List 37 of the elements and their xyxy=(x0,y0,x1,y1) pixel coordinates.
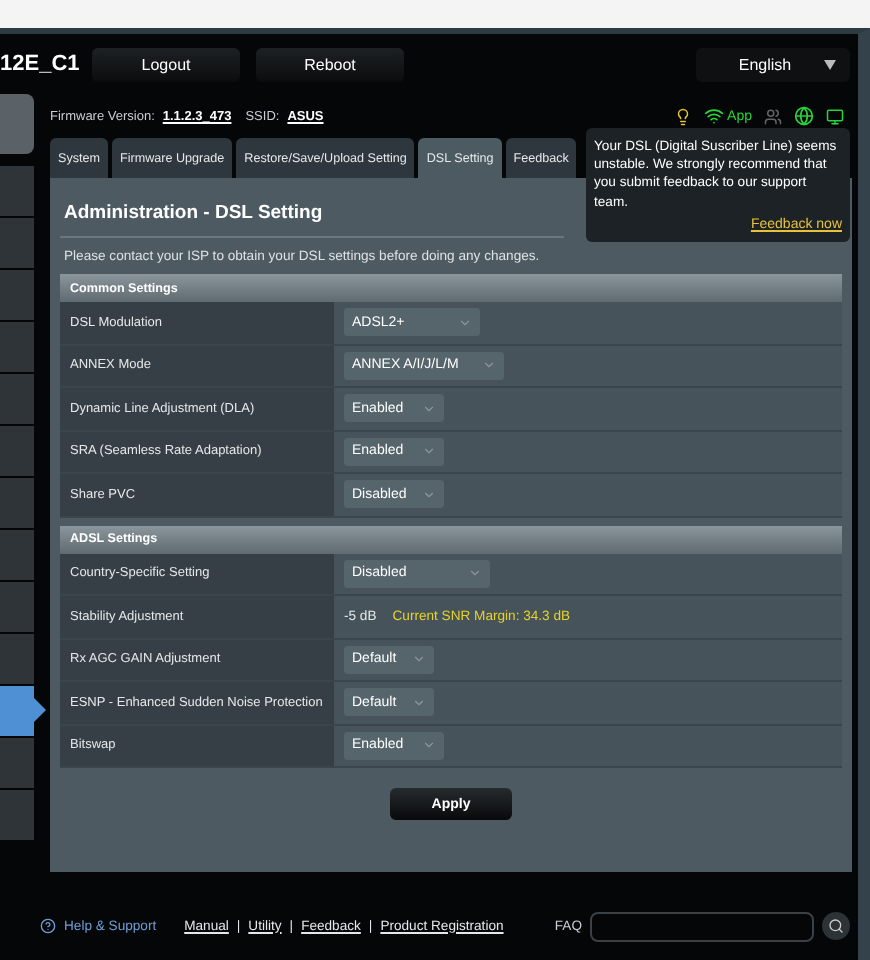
model-name: 12E_C1 xyxy=(0,52,76,76)
sidebar-item[interactable] xyxy=(0,166,34,216)
sidebar-item[interactable] xyxy=(0,374,34,424)
sidebar-item[interactable] xyxy=(0,426,34,476)
lightbulb-icon[interactable] xyxy=(673,107,692,125)
help-icon xyxy=(40,918,56,934)
users-icon[interactable] xyxy=(764,107,782,125)
sidebar-item[interactable] xyxy=(0,322,34,372)
caret-icon xyxy=(823,59,836,69)
wifi-icon[interactable] xyxy=(703,106,724,126)
page-title: Administration - DSL Setting xyxy=(60,202,564,238)
logout-button[interactable]: Logout xyxy=(92,47,240,81)
chevron-icon xyxy=(412,652,426,667)
chevron-icon xyxy=(422,444,436,459)
sidebar-item[interactable] xyxy=(0,790,34,840)
sidebar-item[interactable] xyxy=(0,478,34,528)
chevron-icon xyxy=(422,738,436,753)
reboot-button[interactable]: Reboot xyxy=(256,47,404,81)
search-button[interactable] xyxy=(822,912,850,940)
globe-icon[interactable] xyxy=(794,106,814,126)
language-dropdown[interactable]: English xyxy=(696,47,850,81)
sidebar-button[interactable] xyxy=(0,94,34,154)
sidebar-item[interactable] xyxy=(0,738,34,788)
chevron-icon xyxy=(458,315,472,330)
sidebar-item[interactable] xyxy=(0,270,34,320)
sidebar-item[interactable] xyxy=(0,530,34,580)
chevron-icon xyxy=(412,695,426,710)
monitor-icon[interactable] xyxy=(826,107,844,125)
chevron-icon xyxy=(422,401,436,416)
sidebar-item[interactable] xyxy=(0,582,34,632)
chevron-icon xyxy=(468,566,482,581)
search-icon xyxy=(828,918,844,934)
chevron-icon xyxy=(422,487,436,502)
faq-search-field[interactable] xyxy=(590,911,814,941)
sidebar-item[interactable] xyxy=(0,218,34,268)
sidebar-item[interactable] xyxy=(0,634,34,684)
chevron-icon xyxy=(482,358,496,373)
